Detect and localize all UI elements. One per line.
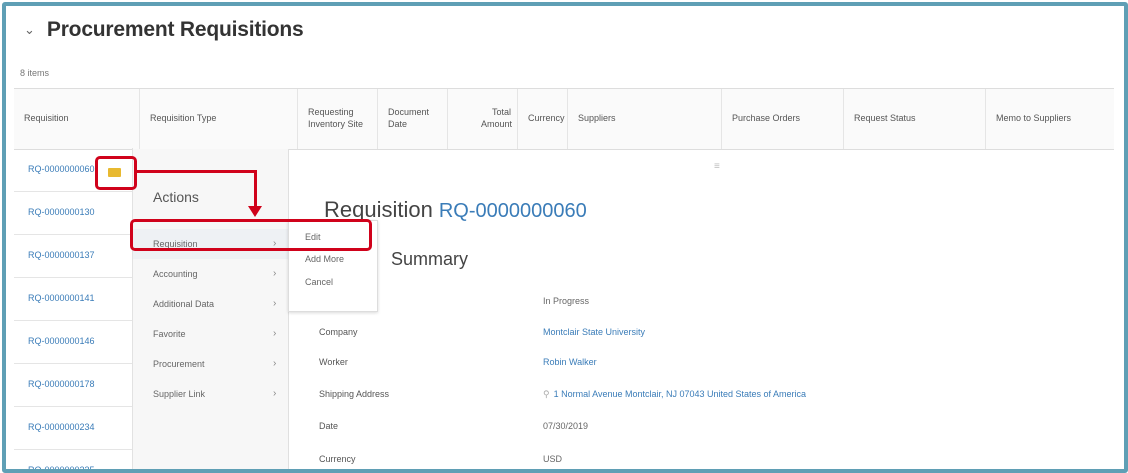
page-title: Procurement Requisitions bbox=[46, 18, 304, 41]
field-label-company: Company bbox=[319, 327, 358, 337]
item-count: 8 items bbox=[20, 68, 50, 78]
field-label-date: Date bbox=[319, 421, 339, 431]
column-header-document-date[interactable]: Document Date bbox=[378, 89, 448, 149]
column-header-inventory-site[interactable]: Requesting Inventory Site bbox=[298, 89, 378, 149]
summary-title: Summary bbox=[391, 249, 469, 269]
action-accounting[interactable]: Accounting › bbox=[133, 259, 288, 289]
column-header-currency[interactable]: Currency bbox=[518, 89, 568, 149]
chevron-right-icon: › bbox=[273, 358, 277, 369]
requisition-list: RQ-0000000060 RQ-0000000130 RQ-000000013… bbox=[14, 148, 133, 469]
section-header: ⌄ Procurement Requisitions bbox=[24, 18, 304, 42]
requisition-link[interactable]: RQ-0000000130 bbox=[28, 207, 95, 217]
field-label-worker: Worker bbox=[319, 357, 348, 367]
column-header-total-amount[interactable]: Total Amount bbox=[448, 89, 518, 149]
column-header-requisition-type[interactable]: Requisition Type bbox=[140, 89, 298, 149]
table-row: RQ-0000000234 bbox=[14, 406, 132, 450]
table-row: RQ-0000000235 bbox=[14, 449, 132, 469]
annotation-arrowhead bbox=[248, 206, 262, 217]
requisition-id-link[interactable]: RQ-0000000060 bbox=[439, 200, 587, 222]
chevron-right-icon: › bbox=[273, 328, 277, 339]
location-pin-icon: ⚲ bbox=[543, 389, 550, 399]
drag-grip-icon[interactable]: ≡ bbox=[714, 161, 720, 172]
annotation-box-requisition-edit bbox=[130, 219, 372, 251]
app-frame: ⌄ Procurement Requisitions 8 items Requi… bbox=[2, 2, 1128, 473]
action-supplier-link[interactable]: Supplier Link › bbox=[133, 379, 288, 409]
submenu-add-more[interactable]: Add More bbox=[305, 254, 344, 264]
requisition-link[interactable]: RQ-0000000235 bbox=[28, 465, 95, 469]
field-value-worker[interactable]: Robin Walker bbox=[543, 357, 597, 367]
column-header-requisition[interactable]: Requisition bbox=[14, 89, 140, 149]
field-value-shipping-address[interactable]: ⚲ 1 Normal Avenue Montclair, NJ 07043 Uni… bbox=[543, 389, 806, 400]
chevron-right-icon: › bbox=[273, 268, 277, 279]
requisition-link[interactable]: RQ-0000000060 bbox=[28, 164, 95, 174]
annotation-box-related-actions bbox=[95, 156, 137, 190]
submenu-cancel[interactable]: Cancel bbox=[305, 277, 333, 287]
requisition-link[interactable]: RQ-0000000146 bbox=[28, 336, 95, 346]
annotation-arrow-line bbox=[137, 170, 257, 173]
field-value-date: 07/30/2019 bbox=[543, 421, 589, 431]
column-header-suppliers[interactable]: Suppliers bbox=[568, 89, 722, 149]
actions-menu: Actions Requisition › Accounting › Additio… bbox=[133, 149, 289, 469]
column-header-request-status[interactable]: Request Status bbox=[844, 89, 986, 149]
table-row: RQ-0000000146 bbox=[14, 320, 132, 364]
table-row: RQ-0000000137 bbox=[14, 234, 132, 278]
table-row: RQ-0000000130 bbox=[14, 191, 132, 235]
chevron-right-icon: › bbox=[273, 388, 277, 399]
action-procurement[interactable]: Procurement › bbox=[133, 349, 288, 379]
field-value-currency: USD bbox=[543, 454, 563, 464]
requisition-detail: ≡ Requisition RQ-0000000060 Summary In Pr… bbox=[289, 149, 1119, 469]
requisition-link[interactable]: RQ-0000000234 bbox=[28, 422, 95, 432]
field-value-company[interactable]: Montclair State University bbox=[543, 327, 645, 337]
action-additional-data[interactable]: Additional Data › bbox=[133, 289, 288, 319]
actions-title: Actions bbox=[153, 189, 199, 205]
table-row: RQ-0000000141 bbox=[14, 277, 132, 321]
annotation-arrow-line bbox=[254, 170, 257, 208]
chevron-down-icon[interactable]: ⌄ bbox=[24, 22, 35, 38]
column-header-memo-to-suppliers[interactable]: Memo to Suppliers bbox=[986, 89, 1114, 149]
table-header: Requisition Requisition Type Requesting … bbox=[14, 88, 1114, 150]
chevron-right-icon: › bbox=[273, 298, 277, 309]
action-favorite[interactable]: Favorite › bbox=[133, 319, 288, 349]
table-row: RQ-0000000178 bbox=[14, 363, 132, 407]
field-label-shipping-address: Shipping Address bbox=[319, 389, 390, 399]
column-header-purchase-orders[interactable]: Purchase Orders bbox=[722, 89, 844, 149]
field-value-status: In Progress bbox=[543, 296, 590, 306]
field-label-currency: Currency bbox=[319, 454, 356, 464]
requisition-link[interactable]: RQ-0000000178 bbox=[28, 379, 95, 389]
requisition-link[interactable]: RQ-0000000141 bbox=[28, 293, 95, 303]
requisition-link[interactable]: RQ-0000000137 bbox=[28, 250, 95, 260]
